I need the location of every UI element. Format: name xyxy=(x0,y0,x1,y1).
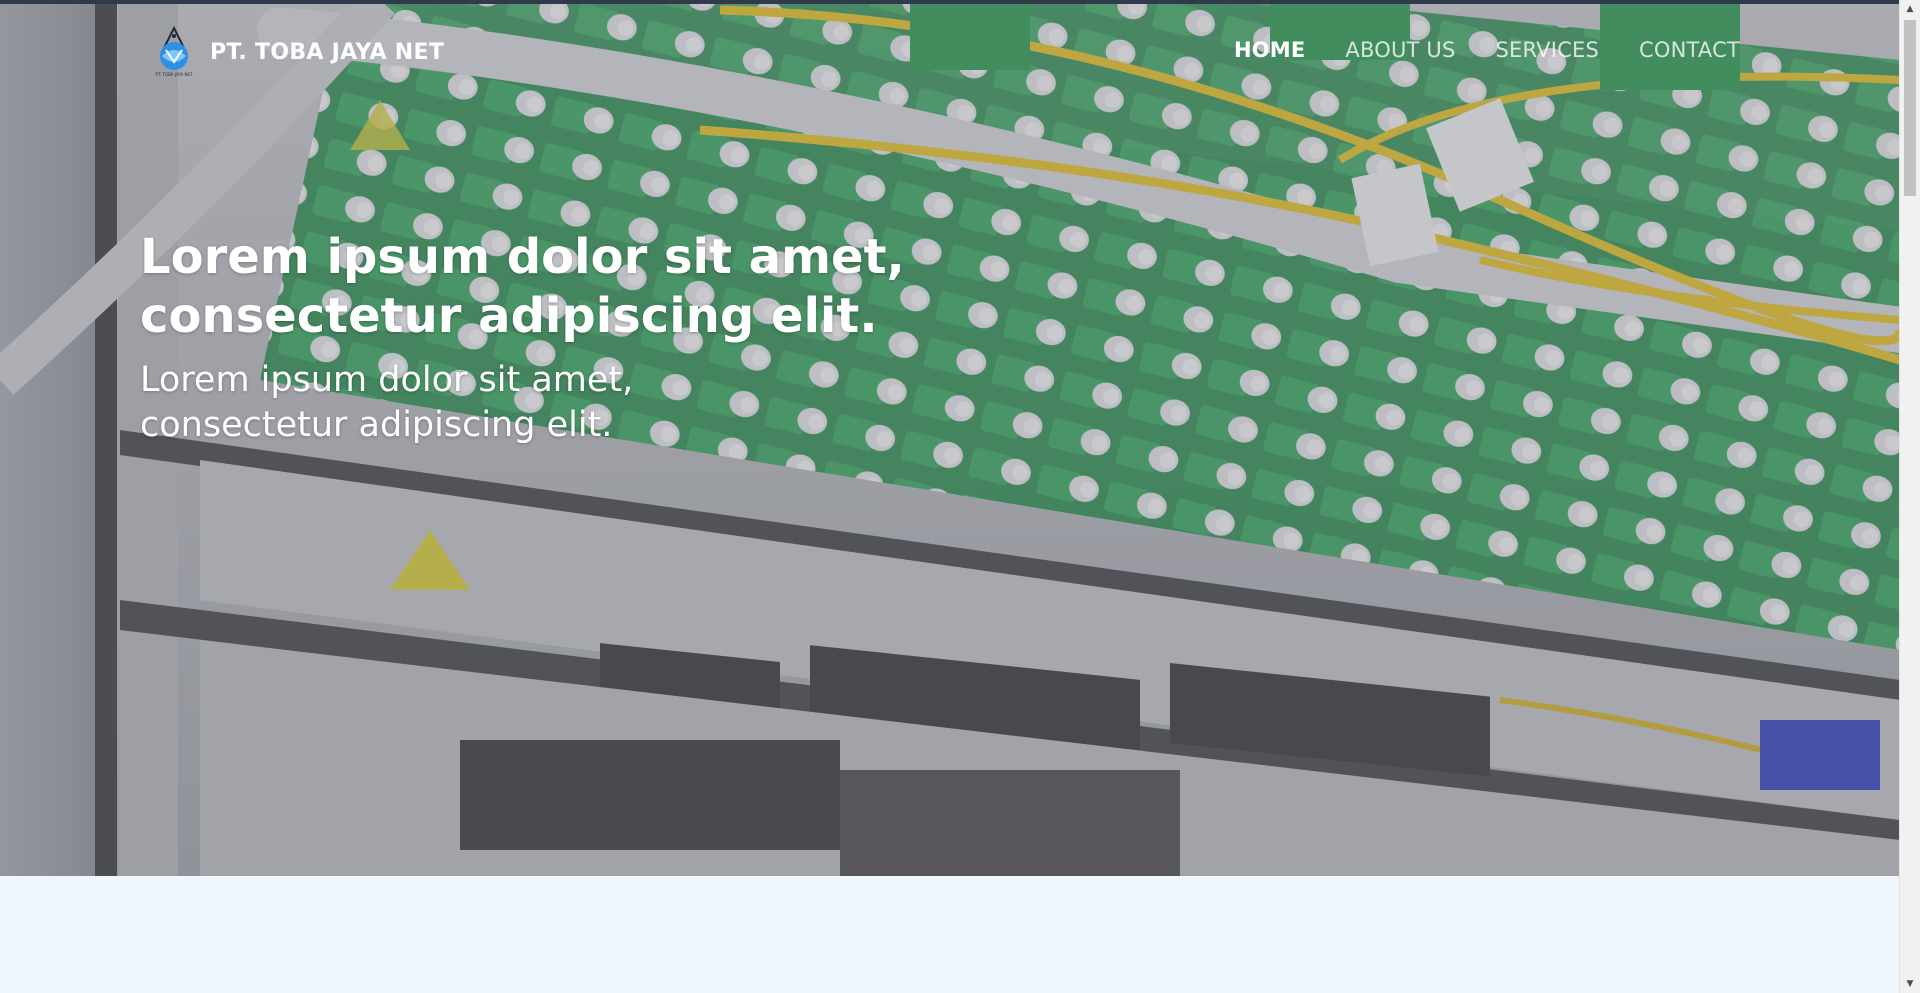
scroll-down-arrow-icon[interactable]: ▼ xyxy=(1900,975,1920,993)
hero-text: Lorem ipsum dolor sit amet, consectetur … xyxy=(140,228,1040,448)
top-border xyxy=(0,0,1900,4)
network-globe-logo-icon: PT. TOBA JAYA NET xyxy=(156,26,193,77)
hero-subtitle-line-2: consectetur adipiscing elit. xyxy=(140,405,613,445)
page: PT. TOBA JAYA NET PT. TOBA JAYA NET HOME… xyxy=(0,0,1920,993)
nav-item-about-us[interactable]: ABOUT US xyxy=(1345,38,1455,62)
hero-title-line-1: Lorem ipsum dolor sit amet, xyxy=(140,229,905,285)
logo-text: PT. TOBA JAYA NET xyxy=(156,72,193,77)
nav-item-contact[interactable]: CONTACT xyxy=(1639,38,1740,62)
hero-subtitle: Lorem ipsum dolor sit amet, consectetur … xyxy=(140,358,1040,448)
hero-title: Lorem ipsum dolor sit amet, consectetur … xyxy=(140,228,1040,346)
navbar: PT. TOBA JAYA NET PT. TOBA JAYA NET HOME… xyxy=(0,4,1900,94)
brand-name: PT. TOBA JAYA NET xyxy=(210,39,445,65)
main-nav: HOME ABOUT US SERVICES CONTACT xyxy=(1234,38,1740,62)
content-section xyxy=(0,876,1900,993)
nav-item-services[interactable]: SERVICES xyxy=(1496,38,1599,62)
nav-item-home[interactable]: HOME xyxy=(1234,38,1305,62)
scrollbar-thumb[interactable] xyxy=(1904,20,1916,196)
scroll-up-arrow-icon[interactable]: ▲ xyxy=(1900,0,1920,18)
page-scrollbar[interactable]: ▲ ▼ xyxy=(1899,0,1920,993)
brand[interactable]: PT. TOBA JAYA NET PT. TOBA JAYA NET xyxy=(148,26,444,78)
hero-subtitle-line-1: Lorem ipsum dolor sit amet, xyxy=(140,360,634,400)
hero-title-line-2: consectetur adipiscing elit. xyxy=(140,288,878,344)
